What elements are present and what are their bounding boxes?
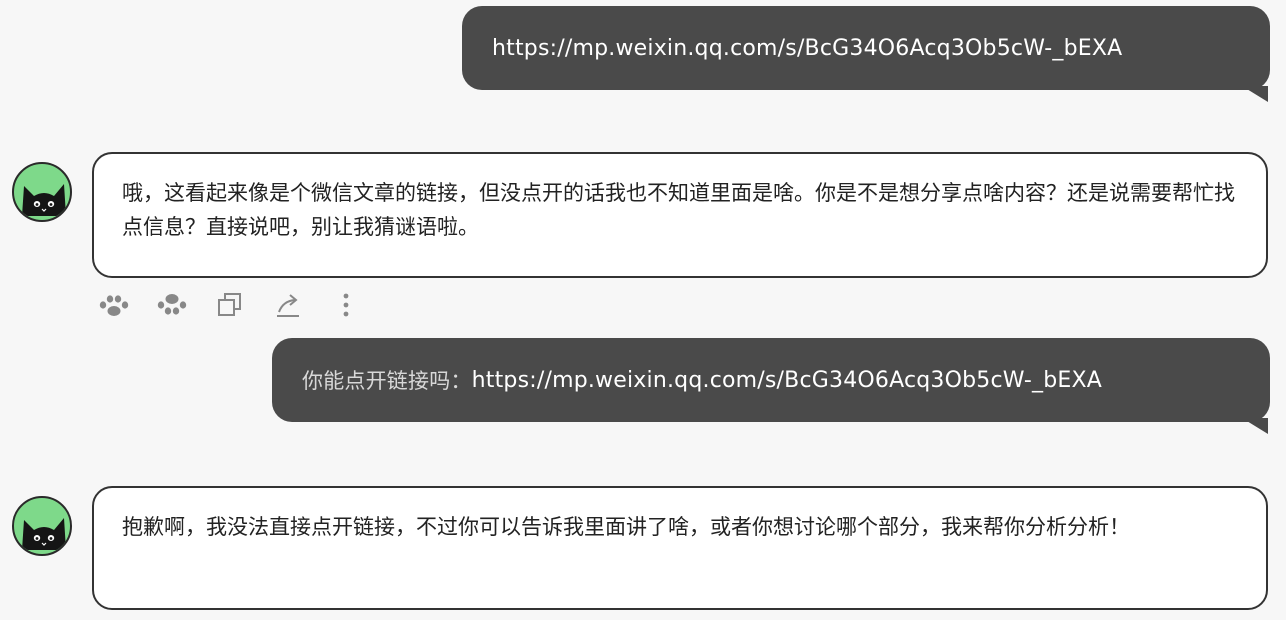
black-cat-icon	[22, 184, 66, 216]
user-message: 你能点开链接吗： https://mp.weixin.qq.com/s/BcG3…	[272, 338, 1270, 434]
user-message: https://mp.weixin.qq.com/s/BcG34O6Acq3Ob…	[462, 6, 1270, 102]
user-message-prefix: 你能点开链接吗：	[302, 369, 472, 393]
assistant-message: 哦，这看起来像是个微信文章的链接，但没点开的话我也不知道里面是啥。你是不是想分享…	[92, 152, 1268, 278]
paw-like-button[interactable]	[96, 290, 132, 320]
message-action-bar	[96, 290, 364, 320]
share-icon	[277, 294, 299, 317]
assistant-message: 抱歉啊，我没法直接点开链接，不过你可以告诉我里面讲了啥，或者你想讨论哪个部分，我…	[92, 486, 1268, 610]
assistant-avatar	[12, 162, 72, 222]
user-message-text: https://mp.weixin.qq.com/s/BcG34O6Acq3Ob…	[492, 35, 1123, 61]
bubble-tail	[1242, 86, 1268, 102]
copy-icon	[218, 293, 241, 316]
assistant-message-text: 抱歉啊，我没法直接点开链接，不过你可以告诉我里面讲了啥，或者你想讨论哪个部分，我…	[122, 515, 1130, 539]
paw-dislike-icon	[157, 294, 187, 315]
paw-dislike-button[interactable]	[154, 290, 190, 320]
paw-like-icon	[99, 295, 129, 316]
bubble-tail	[1242, 418, 1268, 434]
assistant-avatar	[12, 496, 72, 556]
assistant-message-text: 哦，这看起来像是个微信文章的链接，但没点开的话我也不知道里面是啥。你是不是想分享…	[122, 181, 1235, 239]
user-message-text: https://mp.weixin.qq.com/s/BcG34O6Acq3Ob…	[471, 367, 1102, 393]
more-options-button[interactable]	[328, 290, 364, 320]
copy-button[interactable]	[212, 290, 248, 320]
black-cat-icon	[22, 518, 66, 550]
share-button[interactable]	[270, 290, 306, 320]
more-vertical-icon	[343, 293, 349, 317]
